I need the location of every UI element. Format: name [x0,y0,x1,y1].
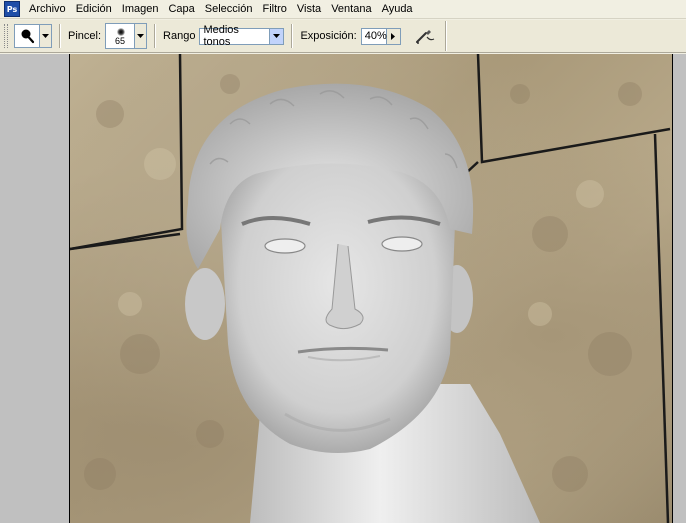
statue-photo [70,54,671,523]
brush-preview[interactable]: 65 [105,23,136,49]
chevron-right-icon [391,32,396,40]
canvas-right-edge [672,54,673,523]
statue-eye-left [264,238,306,254]
menu-ventana[interactable]: Ventana [326,0,376,19]
menu-bar: Ps Archivo Edición Imagen Capa Selección… [0,0,686,19]
brush-tip-icon [117,28,126,36]
chevron-down-icon [272,34,280,38]
range-label: Rango [163,30,196,42]
brush-size: 65 [115,36,126,46]
brush-dropdown[interactable] [135,23,148,49]
airbrush-icon [415,30,434,44]
range-select[interactable]: Medios tonos [199,24,285,48]
menu-filtro[interactable]: Filtro [257,0,291,19]
menu-ayuda[interactable]: Ayuda [377,0,418,19]
menu-seleccion[interactable]: Selección [200,0,258,19]
menu-edicion[interactable]: Edición [71,0,117,19]
chevron-down-icon [42,34,49,38]
exposure-input[interactable]: 40% [360,27,387,45]
exposure-label: Exposición: [300,30,357,42]
exposure-slider-button[interactable] [386,27,401,45]
range-dropdown-button[interactable] [268,28,284,44]
tool-preset-picker[interactable] [14,24,40,48]
menu-imagen[interactable]: Imagen [117,0,164,19]
photoshop-app-icon[interactable]: Ps [4,1,20,17]
airbrush-toggle[interactable] [413,24,437,48]
separator [444,21,447,51]
tool-preset-dropdown[interactable] [40,24,52,48]
menu-archivo[interactable]: Archivo [24,0,71,19]
separator [154,24,157,48]
burn-tool-icon [21,29,35,44]
workspace [0,54,686,523]
brush-label: Pincel: [68,30,102,42]
document-canvas[interactable] [70,54,672,523]
options-bar: Pincel: 65 Rango Medios tonos Exposición… [0,20,686,53]
menu-vista[interactable]: Vista [292,0,326,19]
separator [59,24,61,48]
chevron-down-icon [137,34,145,38]
range-value: Medios tonos [203,24,239,48]
menu-capa[interactable]: Capa [163,0,199,19]
statue-eye-right [381,236,423,252]
toolbar-grip[interactable] [4,24,8,48]
statue-ear-left [185,268,225,340]
separator [291,24,294,48]
